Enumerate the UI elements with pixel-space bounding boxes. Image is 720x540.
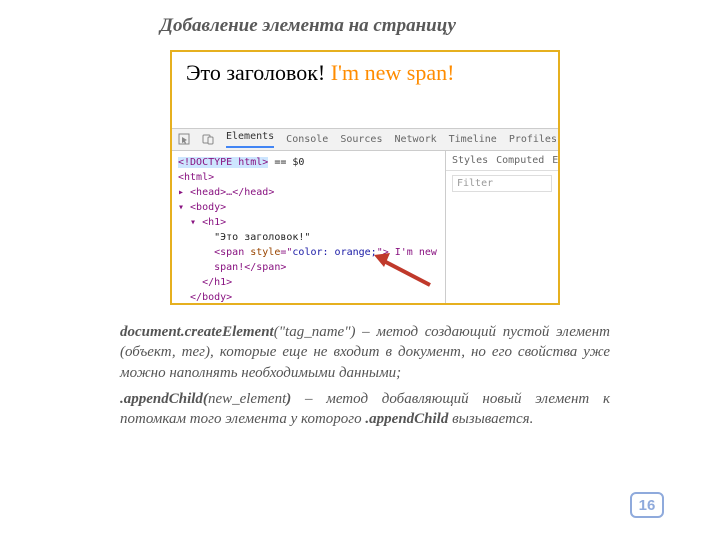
dom-text-node: "Это заголовок!" — [178, 232, 310, 243]
method-appendchild-ref: .appendChild — [365, 411, 448, 427]
rendered-text-orange: I'm new span! — [331, 60, 455, 85]
devtools-tabs: Elements Console Sources Network Timelin… — [172, 129, 558, 151]
tab-profiles[interactable]: Profiles — [509, 134, 557, 145]
rendered-page: Это заголовок! I'm new span! — [172, 52, 558, 128]
devtools-panel: Elements Console Sources Network Timelin… — [172, 128, 558, 303]
devtools-screenshot: Это заголовок! I'm new span! Elements Co… — [170, 50, 560, 305]
p2-t2: вызывается. — [448, 411, 533, 427]
inspect-icon[interactable] — [178, 133, 190, 147]
side-tab-computed[interactable]: Computed — [496, 155, 544, 166]
dom-attr-val: color: orange; — [292, 247, 376, 258]
p2-arg: new_element — [208, 391, 286, 407]
dom-eqsel: == $0 — [268, 157, 304, 168]
p1-t1: (" — [274, 324, 285, 340]
side-tab-events[interactable]: Eve — [552, 155, 558, 166]
tab-sources[interactable]: Sources — [340, 134, 382, 145]
tab-timeline[interactable]: Timeline — [449, 134, 497, 145]
page-number-badge: 16 — [630, 492, 664, 518]
slide-title: Добавление элемента на страницу — [160, 14, 540, 38]
dom-html-open: <html> — [178, 172, 214, 183]
rendered-text-black: Это заголовок! — [186, 60, 331, 85]
method-createelement: document.createElement — [120, 324, 274, 340]
tab-elements[interactable]: Elements — [226, 131, 274, 148]
dom-doctype: <!DOCTYPE html> — [178, 157, 268, 168]
method-appendchild-open: .appendChild( — [120, 391, 208, 407]
dom-head-close: …</head> — [226, 187, 274, 198]
dom-h1-close: </h1> — [178, 277, 232, 288]
filter-input[interactable]: Filter — [452, 175, 552, 192]
dom-attr-name: style — [250, 247, 280, 258]
dom-body-close: </body> — [178, 292, 232, 303]
dom-span-close: span!</span> — [178, 262, 286, 273]
dom-eq: =" — [280, 247, 292, 258]
tab-network[interactable]: Network — [394, 134, 436, 145]
dom-head-open: ▸ <head> — [178, 187, 226, 198]
tab-console[interactable]: Console — [286, 134, 328, 145]
dom-span-open: <span — [178, 247, 250, 258]
side-tab-styles[interactable]: Styles — [452, 155, 488, 166]
arrow-icon — [372, 251, 434, 289]
dom-body-open: ▾ <body> — [178, 202, 226, 213]
styles-panel: Styles Computed Eve Filter — [446, 151, 558, 303]
p1-arg: tag_name — [285, 324, 344, 340]
device-icon[interactable] — [202, 133, 214, 147]
dom-tree[interactable]: <!DOCTYPE html> == $0 <html> ▸ <head>…</… — [172, 151, 446, 303]
dom-h1-open: ▾ <h1> — [178, 217, 226, 228]
description: document.createElement("tag_name") – мет… — [120, 322, 610, 435]
